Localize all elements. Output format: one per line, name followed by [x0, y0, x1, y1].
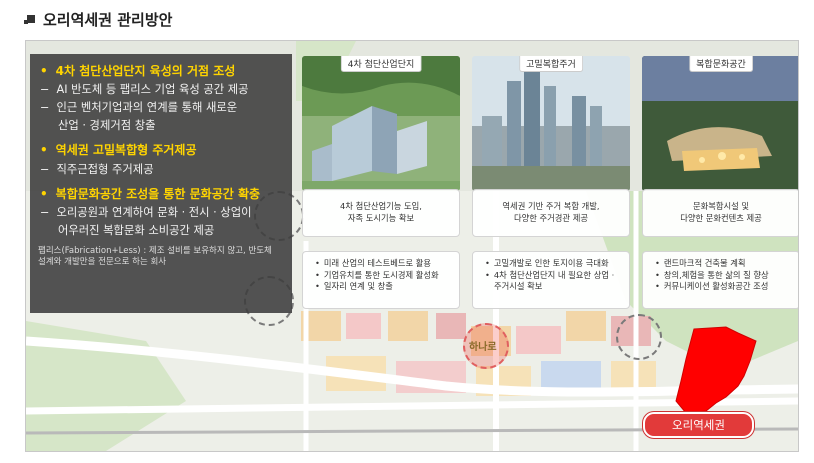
footnote: 팹리스(Fabrication+Less) : 제조 설비를 보유하지 않고, …: [38, 245, 272, 268]
strategy-overview: 4차 첨단산업단지 육성의 거점 조성 −AI 반도체 등 팹리스 기업 육성 …: [30, 54, 292, 313]
section-heading: 오리역세권 관리방안: [24, 8, 173, 30]
housing-points: 고밀개발로 인한 토지이용 극대화 4차 첨단산업단지 내 필요한 상업 · 주…: [472, 251, 630, 309]
overview-item-continued: 어우러진 복합문화 소비공간 제공: [58, 223, 215, 237]
tile-label: 4차 첨단산업단지: [340, 56, 422, 72]
list-item: 랜드마크적 건축물 계획: [655, 258, 793, 270]
overview-section: 역세권 고밀복합형 주거제공 −직주근접형 주거제공: [38, 141, 284, 178]
list-item: 커뮤니케이션 활성화공간 조성: [655, 281, 793, 293]
housing-description: 역세권 기반 주거 복합 개발, 다양한 주거경관 제공: [472, 189, 630, 237]
overview-item: − 인근 벤처기업과의 연계를 통해 새로운: [40, 101, 238, 115]
overview-item: − AI 반도체 등 팹리스 기업 육성 공간 제공: [40, 83, 249, 97]
list-item: 기업유치를 통한 도시경제 활성화: [315, 270, 453, 282]
culture-rendering-image: [642, 56, 798, 191]
overview-section: 복합문화공간 조성을 통한 문화공간 확충 −오리공원과 연계하여 문화 · 전…: [38, 185, 284, 240]
overview-section: 4차 첨단산업단지 육성의 거점 조성 −AI 반도체 등 팹리스 기업 육성 …: [38, 62, 284, 135]
overview-section-title: 복합문화공간 조성을 통한 문화공간 확충: [38, 185, 284, 204]
list-item: 고밀개발로 인한 토지이용 극대화: [485, 258, 623, 270]
culture-description: 문화복합시설 및 다양한 문화컨텐츠 제공: [642, 189, 798, 237]
rendering-high-density-housing: 고밀복합주거: [472, 56, 630, 191]
list-item: 4차 첨단산업단지 내 필요한 상업 ·: [485, 270, 623, 282]
list-item-continued: 주거시설 확보: [494, 281, 543, 292]
rendering-industrial-complex: 4차 첨단산업단지: [302, 56, 460, 191]
list-item: 미래 산업의 테스트베드로 활용: [315, 258, 453, 270]
list-item: 창의,체험을 통한 삶의 질 향상: [655, 270, 793, 282]
overview-item-continued: 산업 · 경제거점 창출: [58, 119, 156, 133]
tile-label: 고밀복합주거: [519, 56, 583, 72]
housing-rendering-image: [472, 56, 630, 191]
overview-item: − 오리공원과 연계하여 문화 · 전시 · 상업이: [40, 205, 252, 219]
culture-points: 랜드마크적 건축물 계획 창의,체험을 통한 삶의 질 향상 커뮤니케이션 활성…: [642, 251, 798, 309]
station-area-label: 오리역세권: [643, 412, 754, 438]
rendering-cultural-complex: 복합문화공간: [642, 56, 798, 191]
section-title: 오리역세권 관리방안: [43, 10, 173, 29]
industrial-description: 4차 첨단산업기능 도입, 자족 도시기능 확보: [302, 189, 460, 237]
overview-section-title: 역세권 고밀복합형 주거제공: [38, 141, 284, 160]
bullet-icon: [24, 15, 35, 24]
plan-figure: 하나로 4차 첨단산업단지 육성의 거점 조성 −AI 반도체 등 팹리스 기업…: [25, 40, 799, 452]
overview-section-title: 4차 첨단산업단지 육성의 거점 조성: [38, 62, 284, 81]
industrial-points: 미래 산업의 테스트베드로 활용 기업유치를 통한 도시경제 활성화 일자리 연…: [302, 251, 460, 309]
industrial-rendering-image: [302, 56, 460, 191]
place-label: 하나로: [469, 342, 497, 353]
tile-label: 복합문화공간: [689, 56, 753, 72]
site-circle-culture: [616, 314, 662, 360]
overview-item: − 직주근접형 주거제공: [40, 162, 154, 176]
list-item: 일자리 연계 및 창출: [315, 281, 453, 293]
